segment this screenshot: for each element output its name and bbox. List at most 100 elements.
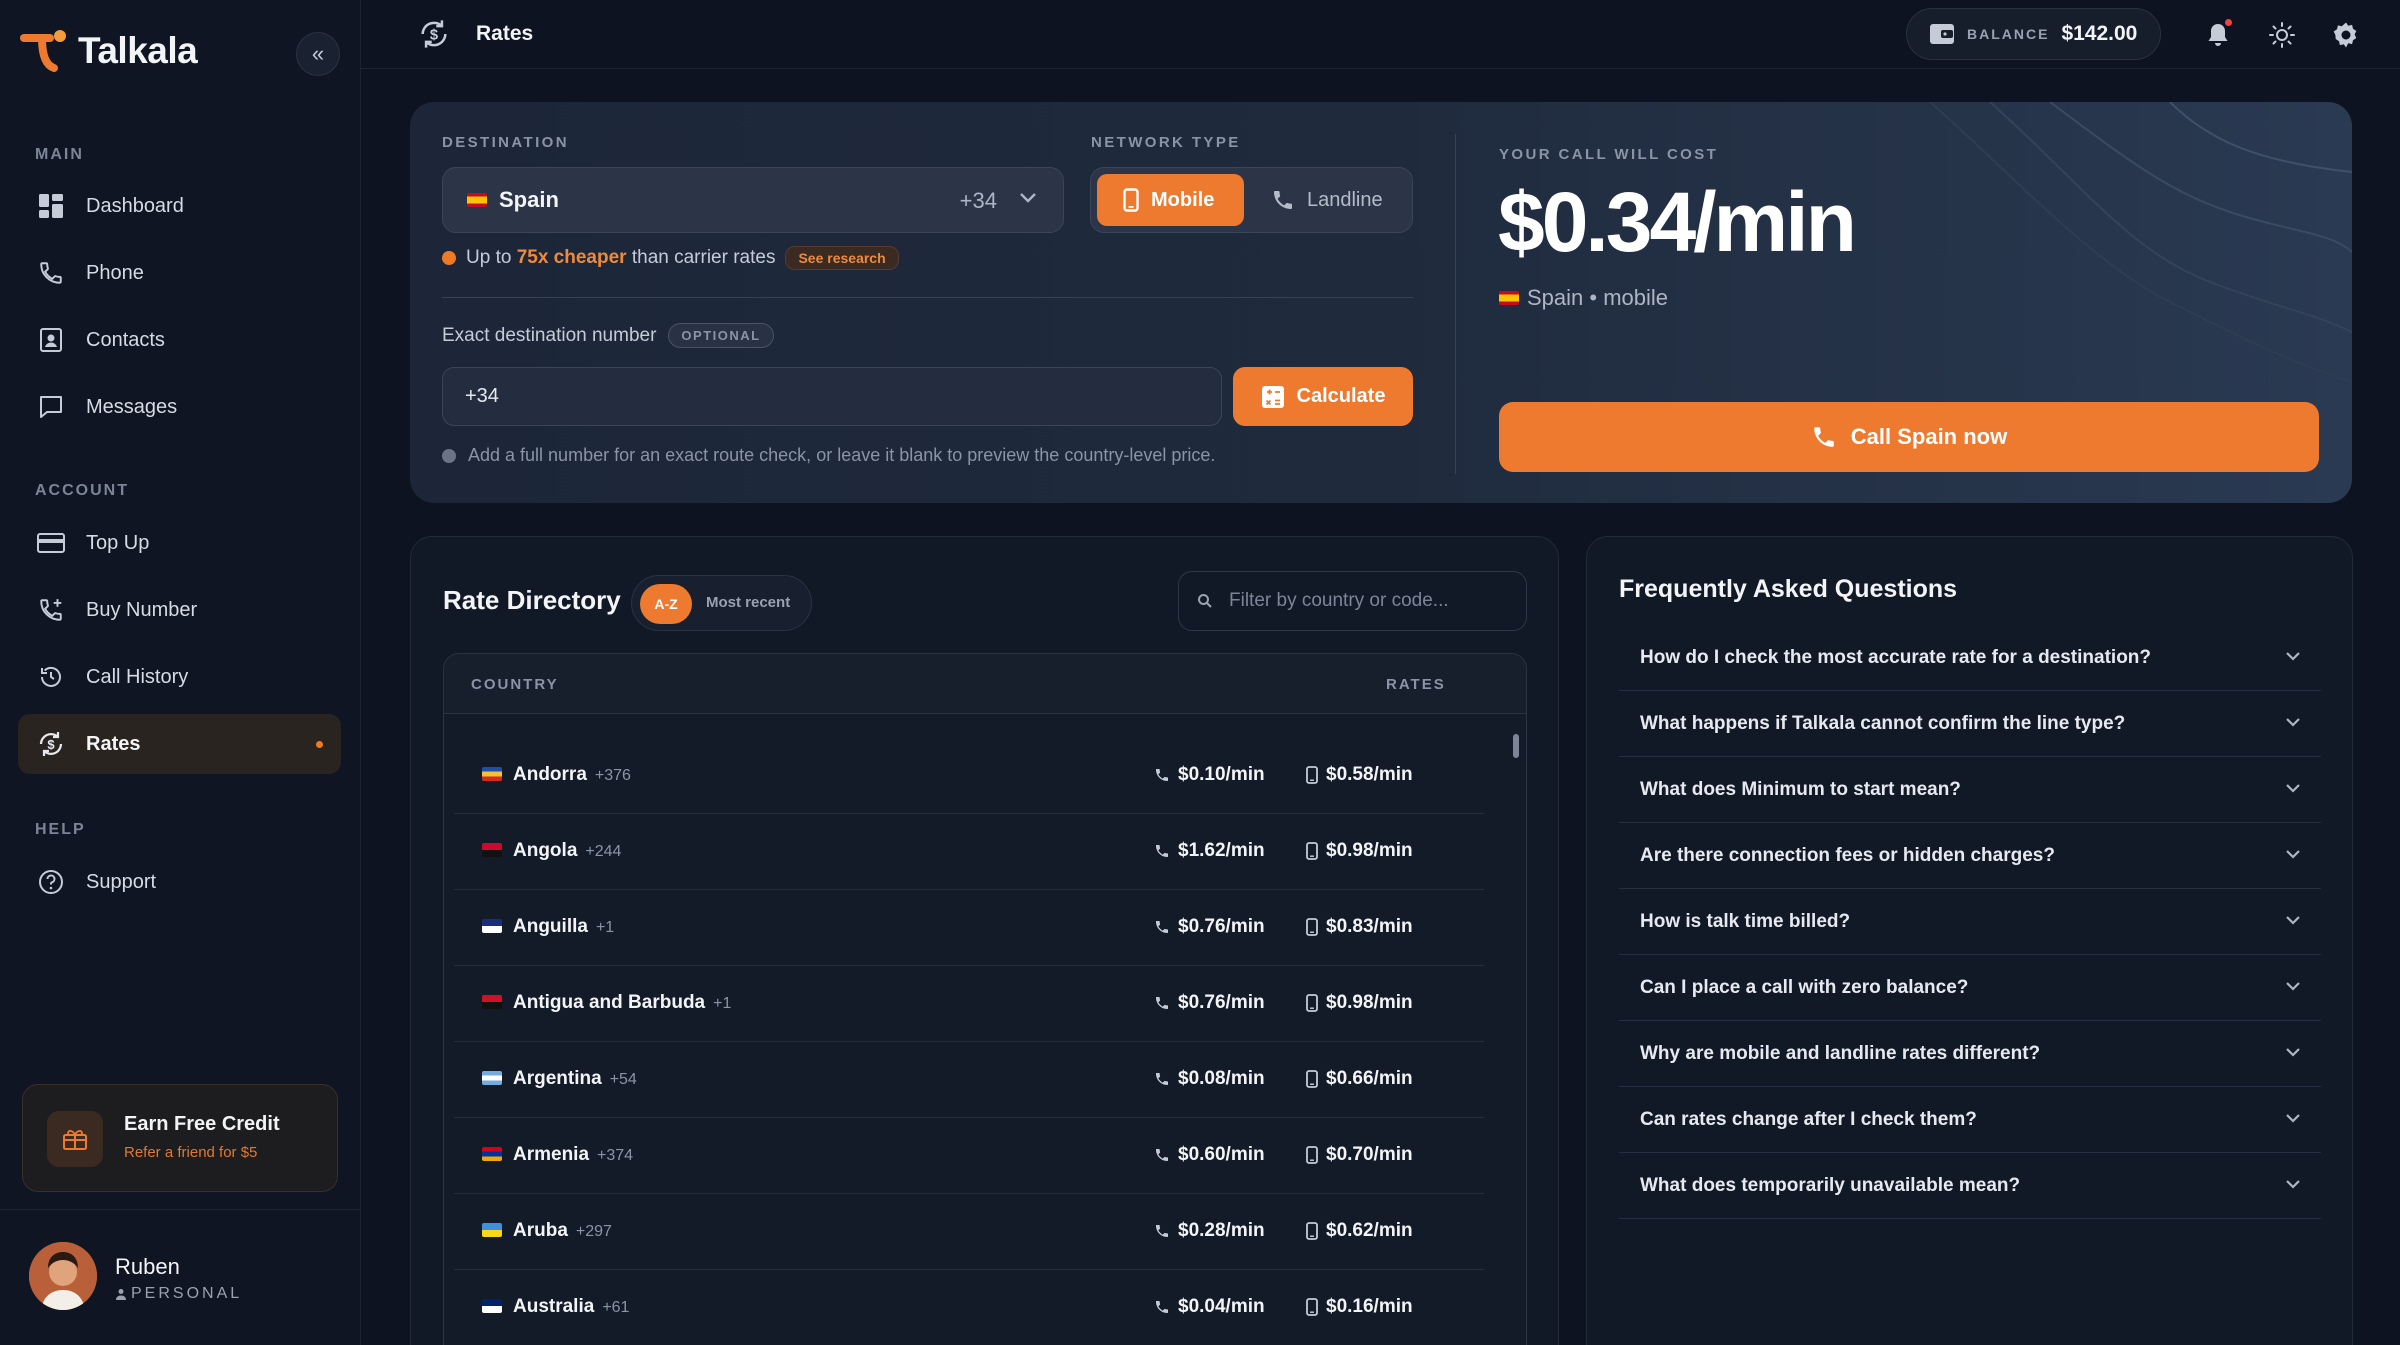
country-flag-icon xyxy=(482,919,502,933)
country-flag-icon xyxy=(482,1299,502,1313)
hint-text: Add a full number for an exact route che… xyxy=(442,445,1215,466)
faq-question: What does Minimum to start mean? xyxy=(1640,779,1961,800)
chevron-down-icon xyxy=(2285,717,2301,727)
exact-number-label: Exact destination number OPTIONAL xyxy=(442,323,774,348)
divider xyxy=(0,1209,361,1210)
page-title: Rates xyxy=(476,22,534,45)
faq-item[interactable]: Can rates change after I check them? xyxy=(1619,1087,2321,1153)
sidebar-item-call-history[interactable]: Call History xyxy=(18,647,341,707)
network-mobile-option[interactable]: Mobile xyxy=(1097,174,1244,226)
table-row[interactable]: Armenia +374 $0.60/min $0.70/min xyxy=(454,1118,1484,1194)
sidebar-item-dashboard[interactable]: Dashboard xyxy=(18,176,341,236)
faq-item[interactable]: How do I check the most accurate rate fo… xyxy=(1619,625,2321,691)
savings-prefix: Up to xyxy=(466,247,512,268)
faq-item[interactable]: What does temporarily unavailable mean? xyxy=(1619,1153,2321,1219)
history-icon xyxy=(36,662,66,692)
scrollbar[interactable] xyxy=(1513,734,1519,758)
calculate-button[interactable]: Calculate xyxy=(1233,367,1413,426)
chevron-down-icon xyxy=(2285,849,2301,859)
settings-button[interactable] xyxy=(2329,18,2363,52)
earn-credit-card[interactable]: Earn Free Credit Refer a friend for $5 xyxy=(22,1084,338,1192)
mobile-rate: $0.83/min xyxy=(1306,916,1413,938)
filter-input[interactable] xyxy=(1229,590,1509,612)
landline-rate-value: $0.76/min xyxy=(1178,916,1265,937)
savings-note: Up to 75x cheaper than carrier rates See… xyxy=(442,246,899,270)
faq-card: Frequently Asked Questions How do I chec… xyxy=(1586,536,2353,1345)
sidebar-item-messages[interactable]: Messages xyxy=(18,377,341,437)
destination-select[interactable]: Spain +34 xyxy=(442,167,1064,233)
mobile-icon xyxy=(1306,918,1318,936)
phone-icon xyxy=(1814,427,1834,447)
country-name: Armenia +374 xyxy=(513,1144,633,1166)
table-body: Andorra +376 $0.10/min $0.58/min Angola +244 $… xyxy=(454,738,1484,1345)
table-row[interactable]: Argentina +54 $0.08/min $0.66/min xyxy=(454,1042,1484,1118)
sidebar-item-label: Rates xyxy=(86,732,141,755)
sort-az-button[interactable]: A-Z xyxy=(640,584,692,624)
cost-value: $0.34/min xyxy=(1498,175,1857,269)
country-code: +54 xyxy=(609,1071,637,1088)
balance-pill[interactable]: BALANCE $142.00 xyxy=(1906,8,2161,60)
faq-question: Are there connection fees or hidden char… xyxy=(1640,845,2055,866)
table-row[interactable]: Angola +244 $1.62/min $0.98/min xyxy=(454,814,1484,890)
mobile-rate-value: $0.62/min xyxy=(1326,1220,1413,1241)
avatar[interactable] xyxy=(29,1242,97,1310)
sun-icon xyxy=(2269,22,2295,48)
mobile-rate: $0.16/min xyxy=(1306,1296,1413,1318)
svg-text:$: $ xyxy=(430,28,438,44)
faq-item[interactable]: What does Minimum to start mean? xyxy=(1619,757,2321,823)
sidebar-item-rates[interactable]: $ Rates xyxy=(18,714,341,774)
sidebar-item-phone[interactable]: Phone xyxy=(18,243,341,303)
mobile-rate-value: $0.83/min xyxy=(1326,916,1413,937)
sidebar-item-buy-number[interactable]: Buy Number xyxy=(18,580,341,640)
sidebar-item-contacts[interactable]: Contacts xyxy=(18,310,341,370)
mobile-rate: $0.98/min xyxy=(1306,840,1413,862)
sidebar-item-top-up[interactable]: Top Up xyxy=(18,513,341,573)
divider xyxy=(1455,134,1456,474)
mobile-rate-value: $0.16/min xyxy=(1326,1296,1413,1317)
faq-item[interactable]: How is talk time billed? xyxy=(1619,889,2321,955)
column-header-rates: RATES xyxy=(1386,676,1446,693)
mobile-icon xyxy=(1123,188,1139,212)
sort-recent-button[interactable]: Most recent xyxy=(706,594,790,611)
chevron-down-icon xyxy=(2285,1113,2301,1123)
country-code: +244 xyxy=(585,843,622,860)
notifications-button[interactable] xyxy=(2201,18,2235,52)
cost-label: YOUR CALL WILL COST xyxy=(1499,146,1719,163)
table-row[interactable]: Antigua and Barbuda +1 $0.76/min $0.98/min xyxy=(454,966,1484,1042)
earn-credit-subtitle: Refer a friend for $5 xyxy=(124,1144,258,1161)
faq-question: Can rates change after I check them? xyxy=(1640,1109,1977,1130)
notification-badge xyxy=(2225,19,2232,26)
network-landline-option[interactable]: Landline xyxy=(1261,174,1401,226)
country-name: Andorra +376 xyxy=(513,764,631,786)
country-name: Angola +244 xyxy=(513,840,621,862)
faq-question: How is talk time billed? xyxy=(1640,911,1851,932)
faq-item[interactable]: What happens if Talkala cannot confirm t… xyxy=(1619,691,2321,757)
phone-icon xyxy=(1154,1299,1170,1315)
country-code: +1 xyxy=(713,995,732,1012)
phone-icon xyxy=(1154,995,1170,1011)
sidebar-item-support[interactable]: Support xyxy=(18,852,341,912)
landline-rate: $0.10/min xyxy=(1154,764,1265,786)
mobile-rate: $0.66/min xyxy=(1306,1068,1413,1090)
column-header-country: COUNTRY xyxy=(471,676,559,693)
call-now-button[interactable]: Call Spain now xyxy=(1499,402,2319,472)
table-row[interactable]: Anguilla +1 $0.76/min $0.83/min xyxy=(454,890,1484,966)
table-row[interactable]: Andorra +376 $0.10/min $0.58/min xyxy=(454,738,1484,814)
destination-number-input[interactable] xyxy=(442,367,1222,426)
landline-rate-value: $0.10/min xyxy=(1178,764,1265,785)
theme-toggle-button[interactable] xyxy=(2265,18,2299,52)
faq-question: Why are mobile and landline rates differ… xyxy=(1640,1043,2041,1064)
faq-item[interactable]: Are there connection fees or hidden char… xyxy=(1619,823,2321,889)
talkala-logo[interactable]: Talkala xyxy=(20,28,198,74)
sidebar-item-label: Contacts xyxy=(86,328,165,351)
network-type-toggle: Mobile Landline xyxy=(1090,167,1413,233)
see-research-link[interactable]: See research xyxy=(785,246,899,270)
country-name-text: Andorra xyxy=(513,764,587,785)
faq-item[interactable]: Why are mobile and landline rates differ… xyxy=(1619,1021,2321,1087)
sidebar-item-label: Support xyxy=(86,870,157,893)
table-row[interactable]: Australia +61 $0.04/min $0.16/min xyxy=(454,1270,1484,1345)
chevron-down-icon xyxy=(2285,981,2301,991)
table-row[interactable]: Aruba +297 $0.28/min $0.62/min xyxy=(454,1194,1484,1270)
collapse-sidebar-button[interactable]: « xyxy=(296,32,340,76)
faq-item[interactable]: Can I place a call with zero balance? xyxy=(1619,955,2321,1021)
